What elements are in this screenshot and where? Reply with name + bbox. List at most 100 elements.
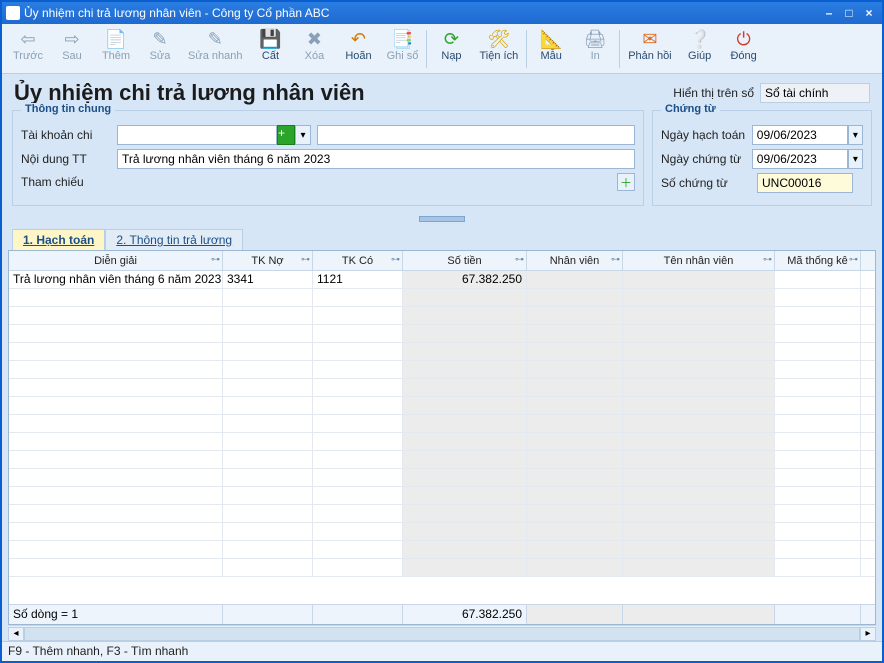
col-so-tien[interactable]: Số tiền⊶ bbox=[403, 251, 527, 270]
table-row[interactable]: Trả lương nhân viên tháng 6 năm 20233341… bbox=[9, 271, 875, 289]
mail-icon: ✉ bbox=[639, 28, 661, 50]
toolbar-add[interactable]: 📄Thêm bbox=[94, 26, 138, 64]
pin-icon: ⊶ bbox=[211, 254, 220, 265]
statusbar: F9 - Thêm nhanh, F3 - Tìm nhanh bbox=[2, 641, 882, 661]
arrow-right-icon: ⇨ bbox=[61, 28, 83, 50]
toolbar-template[interactable]: 📐Mẫu bbox=[529, 26, 573, 64]
table-row[interactable] bbox=[9, 379, 875, 397]
col-nhan-vien[interactable]: Nhân viên⊶ bbox=[527, 251, 623, 270]
col-ten-nv[interactable]: Tên nhân viên⊶ bbox=[623, 251, 775, 270]
grid-header: Diễn giải⊶ TK Nợ⊶ TK Có⊶ Số tiền⊶ Nhân v… bbox=[9, 251, 875, 271]
power-icon: ⏻ bbox=[733, 28, 755, 50]
table-row[interactable] bbox=[9, 505, 875, 523]
toolbar-delete[interactable]: ✖Xóa bbox=[292, 26, 336, 64]
col-ma-tk[interactable]: Mã thống kê⊶ bbox=[775, 251, 861, 270]
voucher-date-label: Ngày chứng từ bbox=[661, 152, 752, 166]
voucher-no-input[interactable] bbox=[757, 173, 853, 193]
pin-icon: ⊶ bbox=[849, 254, 858, 265]
toolbar-prev[interactable]: ⇦Trước bbox=[6, 26, 50, 64]
toolbar-separator bbox=[526, 30, 527, 68]
account-desc-input[interactable] bbox=[317, 125, 635, 145]
window-minimize-button[interactable]: – bbox=[820, 6, 838, 20]
table-row[interactable] bbox=[9, 451, 875, 469]
pin-icon: ⊶ bbox=[611, 254, 620, 265]
table-row[interactable] bbox=[9, 541, 875, 559]
tabs: 1. Hạch toán 2. Thông tin trả lương bbox=[2, 226, 882, 250]
pin-icon: ⊶ bbox=[391, 254, 400, 265]
toolbar-separator bbox=[426, 30, 427, 68]
acc-date-label: Ngày hạch toán bbox=[661, 128, 752, 142]
toolbar-next[interactable]: ⇨Sau bbox=[50, 26, 94, 64]
app-icon bbox=[6, 6, 20, 20]
toolbar-reload[interactable]: ⟳Nạp bbox=[429, 26, 473, 64]
tab-hachtoan[interactable]: 1. Hạch toán bbox=[12, 229, 105, 250]
display-on-field[interactable] bbox=[760, 83, 870, 103]
scroll-left-icon[interactable]: ◂ bbox=[8, 627, 24, 641]
table-row[interactable] bbox=[9, 487, 875, 505]
main-toolbar: ⇦Trước ⇨Sau 📄Thêm ✎Sửa ✎Sửa nhanh 💾Cất ✖… bbox=[2, 24, 882, 74]
ledger-icon: 📑 bbox=[391, 28, 413, 50]
col-tk-no[interactable]: TK Nợ⊶ bbox=[223, 251, 313, 270]
table-row[interactable] bbox=[9, 289, 875, 307]
voucher-date-input[interactable] bbox=[752, 149, 848, 169]
col-tk-co[interactable]: TK Có⊶ bbox=[313, 251, 403, 270]
toolbar-edit[interactable]: ✎Sửa bbox=[138, 26, 182, 64]
table-row[interactable] bbox=[9, 397, 875, 415]
undo-icon: ↶ bbox=[347, 28, 369, 50]
ref-label: Tham chiếu bbox=[21, 175, 117, 189]
scroll-right-icon[interactable]: ▸ bbox=[860, 627, 876, 641]
table-row[interactable] bbox=[9, 361, 875, 379]
printer-icon: 🖨 bbox=[584, 28, 606, 50]
splitter-bar[interactable] bbox=[2, 212, 882, 226]
toolbar-separator bbox=[619, 30, 620, 68]
table-row[interactable] bbox=[9, 343, 875, 361]
pin-icon: ⊶ bbox=[301, 254, 310, 265]
display-on-label: Hiển thị trên sổ bbox=[673, 86, 754, 100]
account-input[interactable] bbox=[117, 125, 277, 145]
ruler-icon: 📐 bbox=[540, 28, 562, 50]
footer-sum-sotien: 67.382.250 bbox=[403, 605, 527, 624]
group-general-legend: Thông tin chung bbox=[21, 103, 115, 115]
toolbar-help[interactable]: ❔Giúp bbox=[678, 26, 722, 64]
account-dropdown-button[interactable]: ▾ bbox=[295, 125, 311, 145]
window-close-button[interactable]: × bbox=[860, 6, 878, 20]
toolbar-save[interactable]: 💾Cất bbox=[248, 26, 292, 64]
acc-date-dropdown[interactable]: ▾ bbox=[848, 125, 863, 145]
form-area: Thông tin chung Tài khoản chi + ▾ Nội du… bbox=[2, 110, 882, 212]
table-row[interactable] bbox=[9, 307, 875, 325]
table-row[interactable] bbox=[9, 559, 875, 577]
toolbar-feedback[interactable]: ✉Phản hồi bbox=[622, 26, 677, 64]
scroll-track[interactable] bbox=[24, 627, 860, 641]
file-add-icon: 📄 bbox=[105, 28, 127, 50]
table-row[interactable] bbox=[9, 415, 875, 433]
group-voucher: Chứng từ Ngày hạch toán ▾ Ngày chứng từ … bbox=[652, 110, 872, 206]
tab-ttluong[interactable]: 2. Thông tin trả lương bbox=[105, 229, 243, 250]
ref-add-button[interactable]: ＋ bbox=[617, 173, 635, 191]
toolbar-quickedit[interactable]: ✎Sửa nhanh bbox=[182, 26, 248, 64]
table-row[interactable] bbox=[9, 433, 875, 451]
grid-body[interactable]: Trả lương nhân viên tháng 6 năm 20233341… bbox=[9, 271, 875, 604]
grid: Diễn giải⊶ TK Nợ⊶ TK Có⊶ Số tiền⊶ Nhân v… bbox=[8, 250, 876, 625]
table-row[interactable] bbox=[9, 469, 875, 487]
col-dien-giai[interactable]: Diễn giải⊶ bbox=[9, 251, 223, 270]
voucher-date-dropdown[interactable]: ▾ bbox=[848, 149, 863, 169]
tools-icon: 🛠 bbox=[488, 28, 510, 50]
arrow-left-icon: ⇦ bbox=[17, 28, 39, 50]
app-window: Ủy nhiệm chi trả lương nhân viên - Công … bbox=[0, 0, 884, 663]
acc-date-input[interactable] bbox=[752, 125, 848, 145]
table-row[interactable] bbox=[9, 325, 875, 343]
account-label: Tài khoản chi bbox=[21, 128, 117, 142]
grid-hscrollbar[interactable]: ◂ ▸ bbox=[8, 625, 876, 641]
toolbar-print[interactable]: 🖨In bbox=[573, 26, 617, 64]
toolbar-utility[interactable]: 🛠Tiện ích bbox=[473, 26, 524, 64]
content-input[interactable] bbox=[117, 149, 635, 169]
table-row[interactable] bbox=[9, 523, 875, 541]
window-maximize-button[interactable]: □ bbox=[840, 6, 858, 20]
toolbar-undo[interactable]: ↶Hoãn bbox=[336, 26, 380, 64]
account-add-button[interactable]: + bbox=[277, 125, 295, 145]
edit-icon: ✎ bbox=[149, 28, 171, 50]
help-icon: ❔ bbox=[689, 28, 711, 50]
toolbar-post[interactable]: 📑Ghi sổ bbox=[380, 26, 424, 64]
voucher-no-label: Số chứng từ bbox=[661, 176, 757, 190]
toolbar-close[interactable]: ⏻Đóng bbox=[722, 26, 766, 64]
